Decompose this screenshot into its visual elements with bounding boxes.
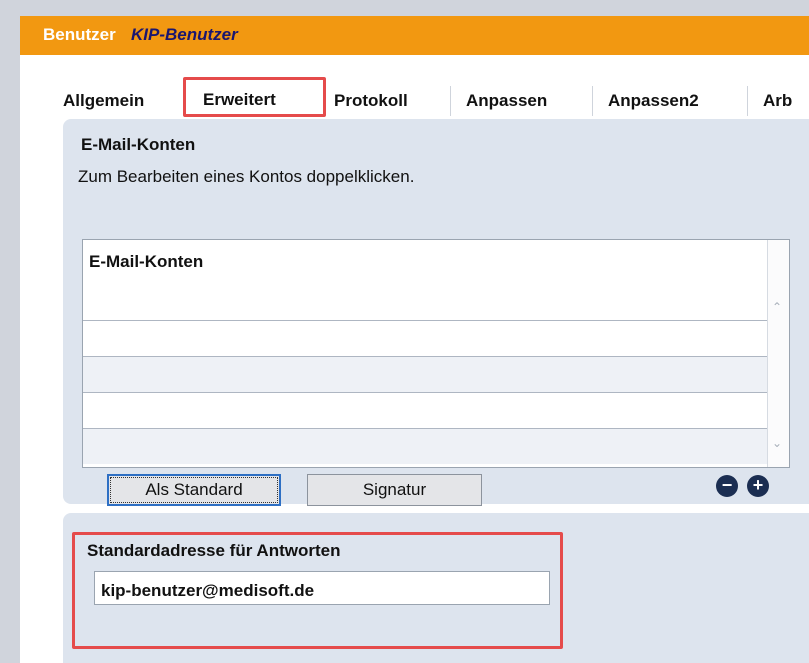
tab-allgemein[interactable]: Allgemein [63,91,144,111]
list-scrollbar[interactable]: ⌃ ⌄ [767,240,789,467]
tab-erweitert[interactable]: Erweitert [183,77,326,117]
set-default-button[interactable]: Als Standard [107,474,281,506]
user-dialog: Benutzer KIP-Benutzer Allgemein Erweiter… [20,16,809,663]
signature-button[interactable]: Signatur [307,474,482,506]
list-item[interactable] [83,428,769,464]
tab-divider [450,86,451,116]
email-accounts-list[interactable]: E-Mail-Konten ⌃ ⌄ [82,239,790,468]
email-accounts-hint: Zum Bearbeiten eines Kontos doppelklicke… [78,167,415,186]
scroll-up-icon[interactable]: ⌃ [772,300,782,314]
tab-arb[interactable]: Arb [763,91,792,111]
tab-divider [747,86,748,116]
title-bar: Benutzer KIP-Benutzer [20,16,809,55]
email-accounts-title: E-Mail-Konten [81,135,196,154]
minus-circle-icon[interactable]: − [716,475,738,497]
list-column-header: E-Mail-Konten [89,252,204,271]
plus-circle-icon[interactable]: + [747,475,769,497]
scroll-down-icon[interactable]: ⌄ [772,436,782,450]
list-item[interactable] [83,320,769,356]
list-item[interactable] [83,356,769,392]
list-item[interactable] [83,392,769,428]
tab-anpassen[interactable]: Anpassen [466,91,547,111]
tab-protokoll[interactable]: Protokoll [334,91,408,111]
tab-divider [592,86,593,116]
tab-anpassen2[interactable]: Anpassen2 [608,91,699,111]
reply-highlight-box [72,532,563,649]
window-title: Benutzer [43,25,116,44]
email-accounts-panel: E-Mail-Konten Zum Bearbeiten eines Konto… [63,119,809,506]
window-user-name: KIP-Benutzer [131,25,238,44]
tab-erweitert-label: Erweitert [203,90,276,109]
